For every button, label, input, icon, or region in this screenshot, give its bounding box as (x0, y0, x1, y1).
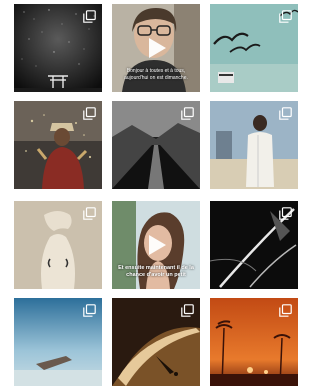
play-icon (149, 235, 166, 255)
grid-tile[interactable]: Bonjour à toutes et à tous, aujourd'hui … (112, 4, 200, 92)
grid-tile[interactable] (210, 4, 298, 92)
video-caption: Bonjour à toutes et à tous, aujourd'hui … (124, 68, 188, 81)
grid-tile[interactable] (210, 201, 298, 289)
multiple-photos-icon (279, 207, 292, 220)
multiple-photos-icon (83, 107, 96, 120)
grid-tile[interactable] (210, 101, 298, 189)
video-caption: Et ensuite maintenant il de la chance d'… (118, 265, 194, 278)
grid-tile[interactable] (112, 101, 200, 189)
grid-tile[interactable]: Et ensuite maintenant il de la chance d'… (112, 201, 200, 289)
grid-tile[interactable] (14, 4, 102, 92)
multiple-photos-icon (83, 207, 96, 220)
grid-tile[interactable] (14, 101, 102, 189)
photo-grid: Bonjour à toutes et à tous, aujourd'hui … (0, 0, 300, 390)
multiple-photos-icon (279, 107, 292, 120)
multiple-photos-icon (279, 10, 292, 23)
grid-tile[interactable] (112, 298, 200, 386)
grid-tile[interactable] (14, 298, 102, 386)
play-icon (149, 38, 166, 58)
multiple-photos-icon (279, 304, 292, 317)
grid-tile[interactable] (14, 201, 102, 289)
multiple-photos-icon (181, 304, 194, 317)
multiple-photos-icon (83, 10, 96, 23)
multiple-photos-icon (83, 304, 96, 317)
multiple-photos-icon (181, 107, 194, 120)
grid-tile[interactable] (210, 298, 298, 386)
